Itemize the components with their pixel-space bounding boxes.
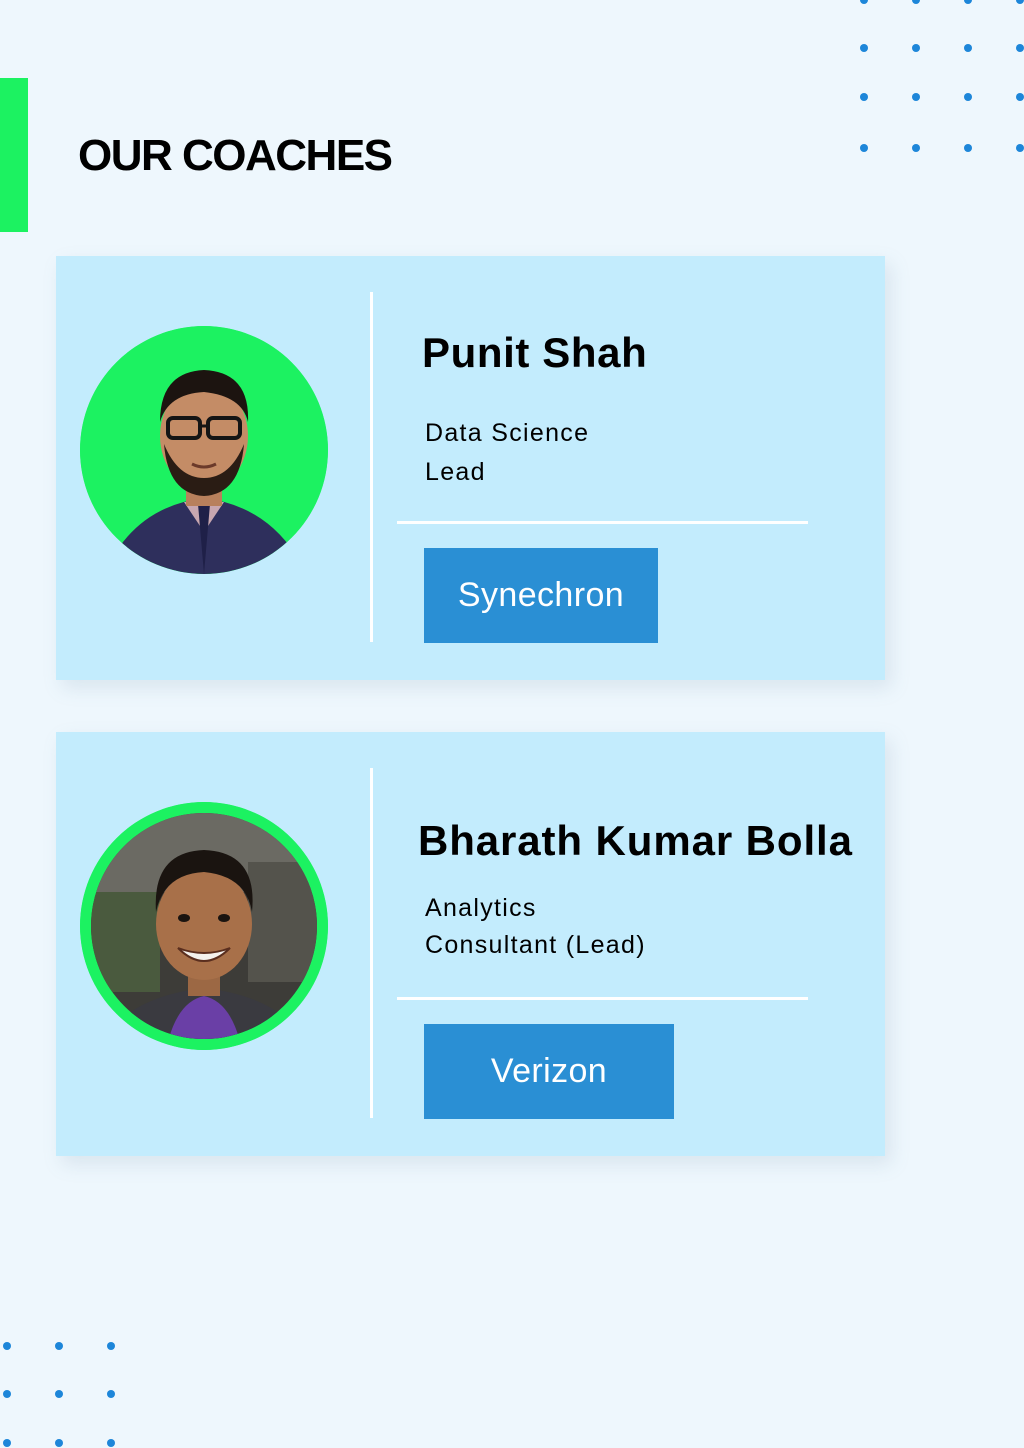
decorative-dot <box>1016 144 1024 152</box>
vertical-divider <box>370 292 373 642</box>
horizontal-divider <box>397 997 808 1000</box>
coach-role: Analytics Consultant (Lead) <box>425 890 755 964</box>
company-badge: Verizon <box>424 1024 674 1119</box>
decorative-dot <box>55 1390 63 1398</box>
coach-photo <box>80 802 328 1050</box>
horizontal-divider <box>397 521 808 524</box>
role-line: Data Science <box>425 419 590 447</box>
decorative-dot <box>1016 44 1024 52</box>
decorative-dot <box>964 44 972 52</box>
decorative-dot <box>1016 93 1024 101</box>
decorative-dot <box>3 1390 11 1398</box>
decorative-dot <box>964 93 972 101</box>
decorative-dot <box>3 1439 11 1447</box>
decorative-dot <box>107 1390 115 1398</box>
role-line: Lead <box>425 458 486 486</box>
decorative-dot <box>912 93 920 101</box>
decorative-dot <box>964 0 972 4</box>
portrait-illustration <box>80 326 328 574</box>
coach-name: Bharath Kumar Bolla <box>418 817 853 864</box>
role-line: Consultant (Lead) <box>425 931 646 959</box>
coach-role: Data Science Lead <box>425 414 755 492</box>
decorative-dot <box>912 44 920 52</box>
decorative-dot <box>1016 0 1024 4</box>
coach-card: Bharath Kumar Bolla Analytics Consultant… <box>56 732 885 1156</box>
decorative-dot <box>912 0 920 4</box>
coach-name: Punit Shah <box>422 329 648 376</box>
company-badge: Synechron <box>424 548 658 643</box>
dot-grid-bottom-left <box>0 1330 140 1448</box>
dot-grid-top-right <box>0 0 1024 160</box>
decorative-dot <box>860 0 868 4</box>
decorative-dot <box>107 1342 115 1350</box>
vertical-divider <box>370 768 373 1118</box>
decorative-dot <box>860 144 868 152</box>
decorative-dot <box>860 44 868 52</box>
coach-photo <box>80 326 328 574</box>
decorative-dot <box>860 93 868 101</box>
decorative-dot <box>55 1342 63 1350</box>
role-line: Analytics <box>425 894 537 922</box>
coach-card: Punit Shah Data Science Lead Synechron <box>56 256 885 680</box>
decorative-dot <box>3 1342 11 1350</box>
decorative-dot <box>964 144 972 152</box>
portrait-illustration <box>80 802 328 1050</box>
decorative-dot <box>107 1439 115 1447</box>
decorative-dot <box>912 144 920 152</box>
decorative-dot <box>55 1439 63 1447</box>
